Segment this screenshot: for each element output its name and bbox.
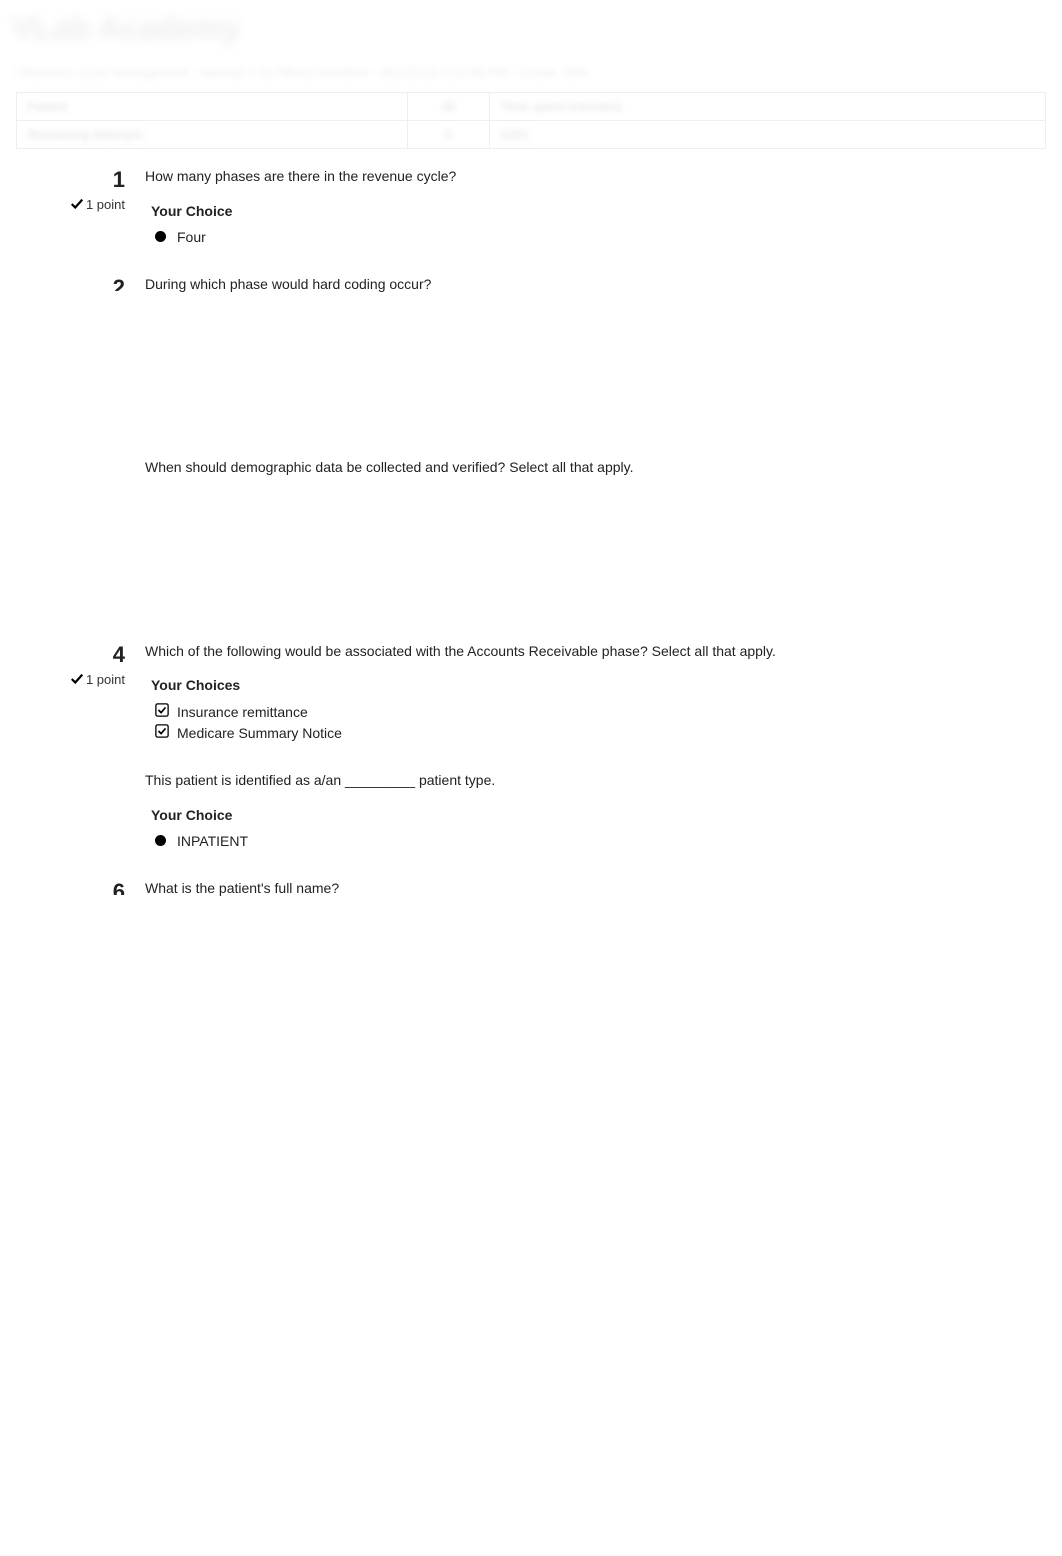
choice-row: Four [145, 227, 1012, 247]
question-text: What is the patient's full name? [145, 879, 1012, 899]
choice-row: INPATIENT [145, 831, 1012, 851]
radio-filled-icon [155, 833, 177, 849]
question-number: 6 [60, 879, 125, 895]
choice-text: Four [177, 229, 206, 245]
question-text: When should demographic data be collecte… [145, 458, 1012, 478]
info-table: Patient 30 Time spent (minutes) Remainin… [16, 92, 1046, 149]
checkbox-checked-icon [155, 724, 177, 741]
question-4: 4 1 point Which of the following would b… [0, 628, 1062, 758]
info-cell: 0 [408, 121, 490, 149]
table-row: Remaining Attempts 0 5281 [16, 121, 1045, 149]
question-points: 1 point [60, 197, 125, 214]
info-cell: 5281 [490, 121, 1046, 149]
question-text: During which phase would hard coding occ… [145, 275, 1012, 295]
choice-label: Your Choices [151, 677, 1012, 693]
question-text: This patient is identified as a/an _____… [145, 771, 1012, 791]
choice-label: Your Choice [151, 203, 1012, 219]
radio-filled-icon [155, 229, 177, 245]
question-number: 1 [60, 167, 125, 193]
choice-row: Medicare Summary Notice [145, 722, 1012, 743]
question-1: 1 1 point How many phases are there in t… [0, 153, 1062, 261]
choice-text: Medicare Summary Notice [177, 725, 342, 741]
info-cell: Remaining Attempts [16, 121, 407, 149]
choice-label: Your Choice [151, 807, 1012, 823]
question-3: When should demographic data be collecte… [0, 444, 1062, 628]
question-5: This patient is identified as a/an _____… [0, 757, 1062, 865]
question-text: How many phases are there in the revenue… [145, 167, 1012, 187]
checkbox-checked-icon [155, 703, 177, 720]
question-number: 4 [60, 642, 125, 668]
page-title: VLab Academy [0, 0, 1062, 57]
question-points: 1 point [60, 672, 125, 689]
breadcrumb: / Revenue Cycle Management · Attempt 1 b… [0, 57, 1062, 88]
table-row: Patient 30 Time spent (minutes) [16, 93, 1045, 121]
question-2: 2 During which phase would hard coding o… [0, 261, 1062, 445]
info-cell: Time spent (minutes) [490, 93, 1046, 121]
check-icon [70, 197, 84, 214]
question-6: 6 What is the patient's full name? [0, 865, 1062, 1529]
check-icon [70, 672, 84, 689]
choice-row: Insurance remittance [145, 701, 1012, 722]
points-text: 1 point [86, 672, 125, 687]
question-text: Which of the following would be associat… [145, 642, 1012, 662]
question-number: 2 [60, 275, 125, 291]
points-text: 1 point [86, 197, 125, 212]
info-cell: Patient [16, 93, 407, 121]
choice-text: Insurance remittance [177, 704, 308, 720]
info-cell: 30 [408, 93, 490, 121]
choice-text: INPATIENT [177, 833, 248, 849]
